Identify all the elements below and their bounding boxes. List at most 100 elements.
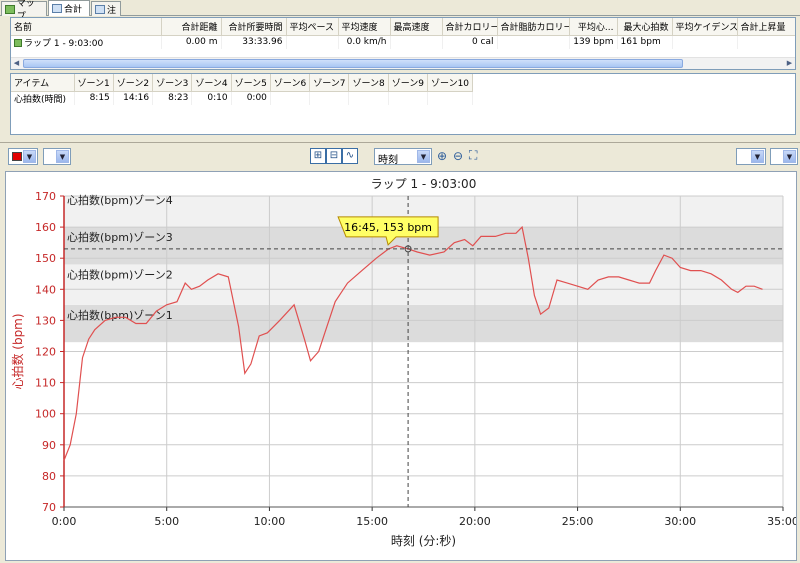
tab-notes-label: 注 bbox=[107, 5, 117, 16]
col-header-zone7[interactable]: ゾーン7 bbox=[309, 74, 350, 92]
wave-icon: ∿ bbox=[345, 150, 355, 161]
zone-label-1: 心拍数(bpm)ゾーン1 bbox=[67, 308, 173, 322]
zone-header-row: アイテム ゾーン1 ゾーン2 ゾーン3 ゾーン4 ゾーン5 ゾーン6 ゾーン7 … bbox=[11, 74, 474, 92]
y-tick-label: 110 bbox=[35, 377, 56, 390]
avg-heart-rate-cell: 139 bpm bbox=[569, 35, 618, 49]
avg-cadence-cell bbox=[672, 35, 738, 49]
zone7-cell bbox=[309, 91, 350, 105]
chart-title: ラップ 1 - 9:03:00 bbox=[371, 177, 477, 191]
col-header-total-ascent[interactable]: 合計上昇量 bbox=[737, 18, 795, 36]
scrollbar-thumb[interactable] bbox=[23, 59, 683, 68]
chevron-down-icon[interactable]: ▼ bbox=[751, 150, 764, 163]
summary-horizontal-scrollbar[interactable]: ◀ ▶ bbox=[11, 57, 795, 69]
col-header-avg-pace[interactable]: 平均ペース bbox=[286, 18, 339, 36]
col-header-zone9[interactable]: ゾーン9 bbox=[388, 74, 429, 92]
col-header-zone1[interactable]: ゾーン1 bbox=[74, 74, 114, 92]
chevron-down-icon[interactable]: ▼ bbox=[783, 150, 796, 163]
x-tick-label: 20:00 bbox=[459, 515, 491, 528]
x-tick-label: 10:00 bbox=[254, 515, 286, 528]
grid-icon: ⊞ bbox=[313, 150, 323, 161]
col-header-zone3[interactable]: ゾーン3 bbox=[152, 74, 193, 92]
col-header-avg-speed[interactable]: 平均速度 bbox=[338, 18, 391, 36]
col-header-total-time[interactable]: 合計所要時間 bbox=[221, 18, 287, 36]
summary-header-row: 名前 合計距離 合計所要時間 平均ペース 平均速度 最高速度 合計カロリー 合計… bbox=[11, 18, 796, 36]
y-axis-title: 心拍数 (bpm) bbox=[10, 313, 25, 389]
chevron-down-icon[interactable]: ▼ bbox=[23, 150, 36, 163]
tab-summary[interactable]: 合計 bbox=[48, 0, 90, 16]
x-axis-select[interactable]: 時刻 ▼ bbox=[374, 148, 432, 166]
x-axis-title: 時刻 (分:秒) bbox=[391, 534, 456, 548]
col-header-avg-cadence[interactable]: 平均ケイデンス bbox=[672, 18, 738, 36]
col-header-max-speed[interactable]: 最高速度 bbox=[390, 18, 443, 36]
zone10-cell bbox=[427, 91, 474, 105]
total-ascent-cell bbox=[737, 35, 795, 49]
x-tick-label: 5:00 bbox=[154, 515, 179, 528]
col-header-zone5[interactable]: ゾーン5 bbox=[231, 74, 271, 92]
scroll-left-arrow-icon[interactable]: ◀ bbox=[11, 59, 22, 68]
zone4-cell: 0:10 bbox=[191, 91, 232, 105]
map-icon bbox=[5, 4, 15, 14]
lap-name-cell[interactable]: ラップ 1 - 9:03:00 bbox=[11, 35, 162, 49]
col-header-zone10[interactable]: ゾーン10 bbox=[427, 74, 474, 92]
line-color-picker[interactable]: ▼ bbox=[8, 148, 38, 165]
chevron-down-icon[interactable]: ▼ bbox=[417, 150, 430, 163]
fit-to-window-icon[interactable]: ⛶ bbox=[469, 148, 477, 163]
total-extra-cell bbox=[795, 35, 796, 49]
col-header-name[interactable]: 名前 bbox=[11, 18, 162, 36]
right-color-picker-1[interactable]: ▼ bbox=[736, 148, 766, 165]
line-color-swatch bbox=[12, 152, 22, 161]
lap-icon bbox=[14, 38, 22, 47]
x-tick-label: 0:00 bbox=[52, 515, 77, 528]
avg-pace-cell bbox=[286, 35, 339, 49]
col-header-total-calories[interactable]: 合計カロリー bbox=[442, 18, 498, 36]
split-view-icon: ⊟ bbox=[329, 150, 339, 161]
col-header-zone2[interactable]: ゾーン2 bbox=[113, 74, 154, 92]
col-header-fat-calories[interactable]: 合計脂肪カロリー bbox=[497, 18, 570, 36]
x-axis-select-value: 時刻 bbox=[378, 155, 398, 166]
total-calories-cell: 0 cal bbox=[442, 35, 498, 49]
right-color-picker-2[interactable]: ▼ bbox=[770, 148, 798, 165]
y-tick-label: 140 bbox=[35, 283, 56, 296]
y-tick-label: 170 bbox=[35, 190, 56, 203]
fill-color-picker[interactable]: ▼ bbox=[43, 148, 71, 165]
zoom-in-icon[interactable]: ⊕ bbox=[437, 149, 447, 163]
zone2-cell: 14:16 bbox=[113, 91, 154, 105]
col-header-total-distance[interactable]: 合計距離 bbox=[161, 18, 222, 36]
tab-map[interactable]: マップ bbox=[1, 0, 47, 22]
table-row[interactable]: ラップ 1 - 9:03:00 0.00 m 33:33.96 0.0 km/h… bbox=[11, 35, 796, 49]
zone-item-cell: 心拍数(時間) bbox=[11, 91, 75, 105]
summary-table: 名前 合計距離 合計所要時間 平均ペース 平均速度 最高速度 合計カロリー 合計… bbox=[11, 18, 796, 49]
y-tick-label: 70 bbox=[42, 501, 56, 514]
zone-table: アイテム ゾーン1 ゾーン2 ゾーン3 ゾーン4 ゾーン5 ゾーン6 ゾーン7 … bbox=[11, 74, 474, 105]
col-header-max-heart-rate[interactable]: 最大心拍数 bbox=[617, 18, 673, 36]
col-header-total-extra[interactable]: 合計 bbox=[795, 18, 796, 35]
zoom-out-icon[interactable]: ⊖ bbox=[453, 149, 463, 163]
summary-table-panel: 名前 合計距離 合計所要時間 平均ペース 平均速度 最高速度 合計カロリー 合計… bbox=[10, 17, 796, 70]
smooth-line-button[interactable]: ∿ bbox=[342, 148, 358, 164]
max-heart-rate-cell: 161 bpm bbox=[617, 35, 673, 49]
scroll-right-arrow-icon[interactable]: ▶ bbox=[784, 59, 795, 68]
table-row[interactable]: 心拍数(時間) 8:15 14:16 8:23 0:10 0:00 bbox=[11, 91, 474, 105]
y-tick-label: 80 bbox=[42, 470, 56, 483]
y-tick-label: 120 bbox=[35, 346, 56, 359]
col-header-zone8[interactable]: ゾーン8 bbox=[348, 74, 389, 92]
y-tick-label: 130 bbox=[35, 314, 56, 327]
split-view-button[interactable]: ⊟ bbox=[326, 148, 342, 164]
zone3-cell: 8:23 bbox=[152, 91, 193, 105]
zone-label-3: 心拍数(bpm)ゾーン3 bbox=[67, 230, 173, 244]
zone6-cell bbox=[270, 91, 311, 105]
heart-rate-chart-panel[interactable]: 70 80 90 100 110 120 130 140 150 160 170 0:00 5:00 10… bbox=[5, 171, 799, 561]
lap-name: ラップ 1 - 9:03:00 bbox=[24, 38, 104, 49]
col-header-item[interactable]: アイテム bbox=[11, 74, 75, 92]
view-tab-strip: マップ 合計 注 bbox=[0, 0, 800, 22]
chevron-down-icon[interactable]: ▼ bbox=[56, 150, 69, 163]
tab-notes[interactable]: 注 bbox=[91, 1, 121, 16]
grid-view-button[interactable]: ⊞ bbox=[310, 148, 326, 164]
col-header-zone6[interactable]: ゾーン6 bbox=[270, 74, 311, 92]
heart-rate-chart[interactable]: 70 80 90 100 110 120 130 140 150 160 170 0:00 5:00 10… bbox=[6, 172, 799, 560]
total-time-cell: 33:33.96 bbox=[221, 35, 287, 49]
zone8-cell bbox=[348, 91, 389, 105]
col-header-avg-heart-rate[interactable]: 平均心... bbox=[569, 18, 618, 36]
col-header-zone4[interactable]: ゾーン4 bbox=[191, 74, 232, 92]
notes-icon bbox=[95, 4, 105, 14]
